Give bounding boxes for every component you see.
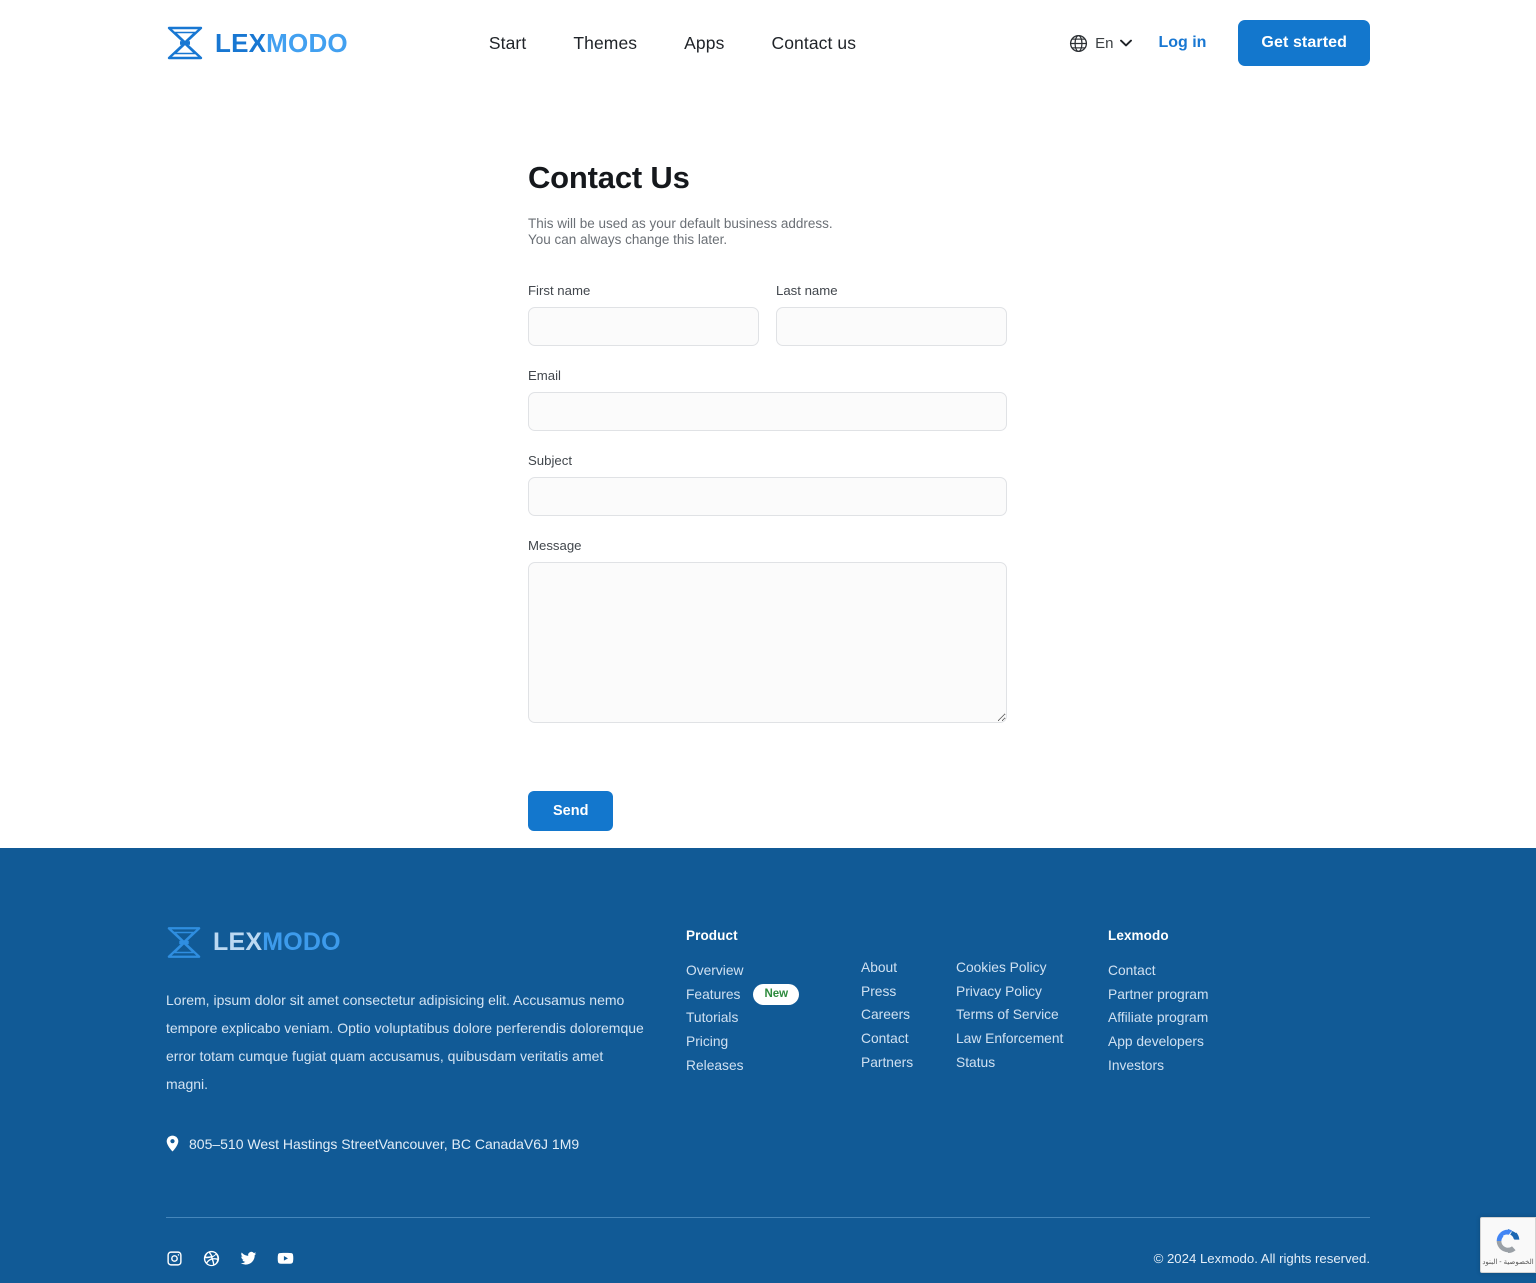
footer-column-lexmodo: Lexmodo Contact Partner program Affiliat… bbox=[1108, 928, 1268, 1152]
footer-link-partner-program[interactable]: Partner program bbox=[1108, 983, 1268, 1007]
last-name-field-group: Last name bbox=[776, 283, 1007, 346]
main-nav: Start Themes Apps Contact us bbox=[489, 33, 856, 54]
email-field-group: Email bbox=[528, 368, 1007, 431]
footer-link-row-features: Features New bbox=[686, 983, 861, 1007]
footer-brand-wordmark: LEXMODO bbox=[213, 930, 341, 955]
instagram-link[interactable] bbox=[166, 1250, 183, 1267]
recaptcha-text: الخصوصية - البنود bbox=[1482, 1258, 1534, 1266]
site-footer: LEXMODO Lorem, ipsum dolor sit amet cons… bbox=[0, 848, 1536, 1283]
footer-link-releases[interactable]: Releases bbox=[686, 1054, 861, 1078]
message-label: Message bbox=[528, 537, 582, 553]
footer-link-contact[interactable]: Contact bbox=[861, 1027, 956, 1051]
footer-brand-logo[interactable]: LEXMODO bbox=[166, 926, 686, 959]
get-started-button[interactable]: Get started bbox=[1238, 20, 1370, 66]
footer-description: Lorem, ipsum dolor sit amet consectetur … bbox=[166, 992, 644, 1092]
features-new-badge: New bbox=[753, 984, 800, 1006]
recaptcha-badge[interactable]: الخصوصية - البنود bbox=[1480, 1217, 1536, 1273]
brand-wordmark-modo: MODO bbox=[266, 28, 348, 58]
youtube-icon bbox=[277, 1252, 294, 1264]
subject-input[interactable] bbox=[528, 476, 1007, 516]
login-link[interactable]: Log in bbox=[1158, 34, 1234, 52]
footer-link-overview[interactable]: Overview bbox=[686, 959, 861, 983]
footer-link-features[interactable]: Features bbox=[686, 983, 740, 1007]
last-name-label: Last name bbox=[776, 282, 838, 298]
subject-field-group: Subject bbox=[528, 453, 1007, 516]
brand-wordmark: LEXMODO bbox=[215, 30, 348, 56]
hourglass-logo-icon bbox=[167, 927, 201, 958]
first-name-input[interactable] bbox=[528, 306, 759, 346]
footer-link-about[interactable]: About bbox=[861, 956, 956, 980]
footer-link-terms-of-service[interactable]: Terms of Service bbox=[956, 1003, 1108, 1027]
nav-item-start[interactable]: Start bbox=[489, 33, 526, 54]
chevron-down-icon bbox=[1120, 39, 1133, 47]
location-pin-icon bbox=[166, 1135, 179, 1152]
last-name-input[interactable] bbox=[776, 306, 1007, 346]
footer-link-status[interactable]: Status bbox=[956, 1051, 1108, 1075]
footer-column-title-product: Product bbox=[686, 928, 738, 943]
footer-link-cookies-policy[interactable]: Cookies Policy bbox=[956, 956, 1108, 980]
name-field-row: First name Last name bbox=[528, 283, 1008, 368]
nav-item-contact-us[interactable]: Contact us bbox=[771, 33, 856, 54]
footer-link-investors[interactable]: Investors bbox=[1108, 1054, 1268, 1078]
header-actions: En Log in Get started bbox=[1069, 20, 1370, 66]
footer-link-columns: Product Overview Features New Tutorials … bbox=[686, 926, 1370, 1152]
language-label: En bbox=[1095, 34, 1114, 52]
footer-column-company: About Press Careers Contact Partners bbox=[861, 928, 956, 1152]
footer-link-privacy-policy[interactable]: Privacy Policy bbox=[956, 980, 1108, 1004]
language-switcher[interactable]: En bbox=[1069, 34, 1158, 53]
footer-top: LEXMODO Lorem, ipsum dolor sit amet cons… bbox=[166, 848, 1370, 1152]
footer-link-pricing[interactable]: Pricing bbox=[686, 1030, 861, 1054]
message-textarea[interactable] bbox=[528, 561, 1007, 723]
twitter-link[interactable] bbox=[240, 1250, 257, 1267]
footer-column-legal: Cookies Policy Privacy Policy Terms of S… bbox=[956, 928, 1108, 1152]
email-label: Email bbox=[528, 367, 561, 383]
brand-wordmark-lex: LEX bbox=[215, 28, 267, 58]
first-name-field-group: First name bbox=[528, 283, 759, 346]
footer-column-title-lexmodo: Lexmodo bbox=[1108, 928, 1169, 943]
brand-logo[interactable]: LEXMODO bbox=[166, 26, 348, 60]
footer-wordmark-modo: MODO bbox=[262, 928, 341, 956]
send-button[interactable]: Send bbox=[528, 790, 614, 831]
recaptcha-icon bbox=[1496, 1228, 1520, 1253]
footer-address: 805–510 West Hastings StreetVancouver, B… bbox=[166, 1135, 686, 1152]
footer-about: LEXMODO Lorem, ipsum dolor sit amet cons… bbox=[166, 926, 686, 1152]
main-content: Contact Us This will be used as your def… bbox=[0, 86, 1536, 848]
footer-bottom-bar: © 2024 Lexmodo. All rights reserved. bbox=[166, 1233, 1370, 1283]
footer-column-product: Product Overview Features New Tutorials … bbox=[686, 928, 861, 1152]
footer-link-partners[interactable]: Partners bbox=[861, 1051, 956, 1075]
social-links bbox=[166, 1250, 294, 1267]
youtube-link[interactable] bbox=[277, 1250, 294, 1267]
first-name-label: First name bbox=[528, 282, 591, 298]
dribbble-link[interactable] bbox=[203, 1250, 220, 1267]
globe-icon bbox=[1070, 34, 1088, 52]
copyright-text: © 2024 Lexmodo. All rights reserved. bbox=[1153, 1250, 1370, 1266]
message-field-group: Message bbox=[528, 538, 1007, 723]
email-input[interactable] bbox=[528, 391, 1007, 431]
footer-link-press[interactable]: Press bbox=[861, 980, 956, 1004]
footer-address-text: 805–510 West Hastings StreetVancouver, B… bbox=[189, 1135, 580, 1152]
contact-form: Contact Us This will be used as your def… bbox=[528, 160, 1008, 831]
footer-link-contact-lexmodo[interactable]: Contact bbox=[1108, 959, 1268, 983]
footer-link-tutorials[interactable]: Tutorials bbox=[686, 1006, 861, 1030]
nav-item-apps[interactable]: Apps bbox=[684, 33, 724, 54]
twitter-icon bbox=[240, 1251, 257, 1265]
subject-label: Subject bbox=[528, 452, 572, 468]
footer-link-app-developers[interactable]: App developers bbox=[1108, 1030, 1268, 1054]
instagram-icon bbox=[167, 1250, 182, 1266]
hourglass-logo-icon bbox=[167, 26, 203, 60]
nav-item-themes[interactable]: Themes bbox=[573, 33, 637, 54]
page-title: Contact Us bbox=[528, 160, 690, 195]
footer-link-affiliate-program[interactable]: Affiliate program bbox=[1108, 1006, 1268, 1030]
footer-link-careers[interactable]: Careers bbox=[861, 1003, 956, 1027]
dribbble-icon bbox=[203, 1250, 220, 1266]
footer-wordmark-lex: LEX bbox=[213, 928, 263, 956]
footer-link-law-enforcement[interactable]: Law Enforcement bbox=[956, 1027, 1108, 1051]
page-subtitle: This will be used as your default busine… bbox=[528, 216, 833, 248]
site-header: LEXMODO Start Themes Apps Contact us En … bbox=[0, 0, 1536, 86]
footer-divider bbox=[166, 1217, 1370, 1218]
